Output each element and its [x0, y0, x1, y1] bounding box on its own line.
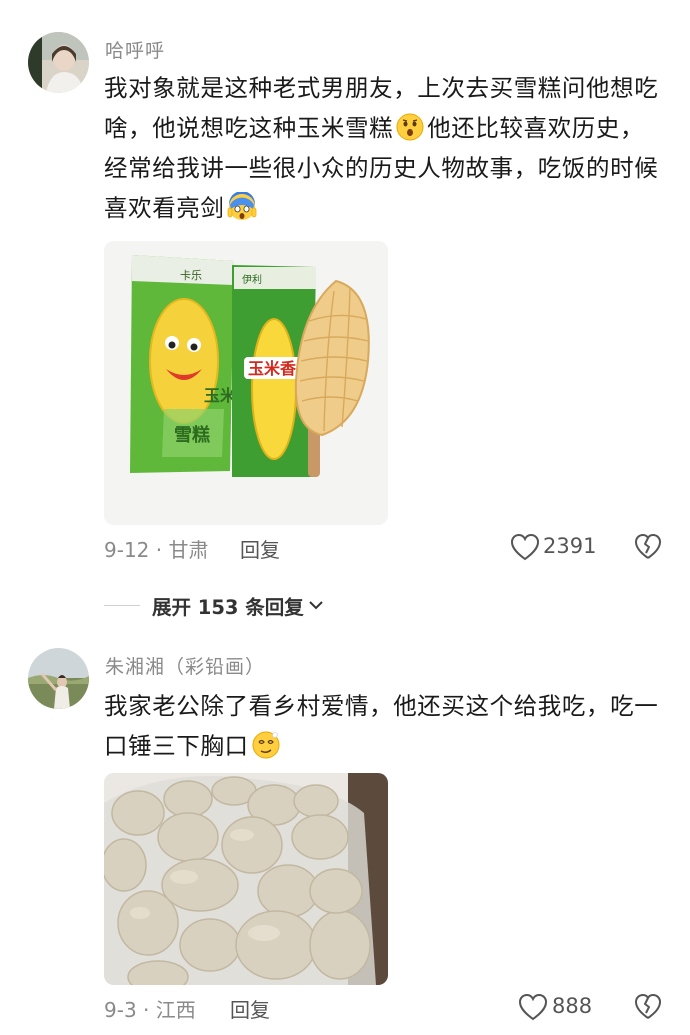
username[interactable]: 朱湘湘（彩铅画） [105, 652, 265, 679]
date-location: 9-3 · 江西 [104, 998, 196, 1022]
broken-heart-icon[interactable] [634, 993, 662, 1021]
reply-button[interactable]: 回复 [240, 534, 280, 563]
comment-image[interactable] [104, 773, 388, 985]
broken-heart-icon[interactable] [634, 533, 662, 561]
divider [104, 604, 140, 606]
astonished-face-icon [395, 112, 425, 142]
avatar[interactable] [28, 32, 89, 93]
comment-image[interactable]: 卡乐 雪糕 玉米 伊利 玉米香 [104, 241, 388, 525]
svg-text:雪糕: 雪糕 [174, 424, 210, 446]
expand-replies-label: 展开 153 条回复 [152, 595, 304, 619]
buns-image [104, 773, 388, 985]
avatar[interactable] [28, 648, 89, 709]
reply-button[interactable]: 回复 [230, 994, 270, 1023]
heart-icon[interactable] [518, 993, 548, 1021]
username[interactable]: 哈呼呼 [105, 36, 165, 63]
comment-text: 我家老公除了看乡村爱情，他还买这个给我吃，吃一口锤三下胸口 [104, 686, 664, 766]
dizzy-face-icon [251, 730, 281, 760]
comment-text-main: 我家老公除了看乡村爱情，他还买这个给我吃，吃一口锤三下胸口 [104, 692, 659, 760]
expand-replies[interactable]: 展开 153 条回复 [104, 590, 324, 620]
corn-ice-cream-image: 卡乐 雪糕 玉米 伊利 玉米香 [104, 241, 388, 525]
svg-text:伊利: 伊利 [242, 274, 262, 286]
like-count: 888 [552, 994, 593, 1018]
chevron-down-icon [309, 601, 323, 610]
screaming-face-icon [227, 191, 257, 222]
comment-text: 我对象就是这种老式男朋友，上次去买雪糕问他想吃啥，他说想吃这种玉米雪糕 他还比较喜… [104, 68, 664, 228]
heart-icon[interactable] [510, 533, 540, 561]
svg-text:玉米香: 玉米香 [248, 359, 297, 378]
date-location: 9-12 · 甘肃 [104, 538, 209, 562]
like-count: 2391 [543, 534, 597, 558]
svg-text:卡乐: 卡乐 [180, 269, 202, 282]
